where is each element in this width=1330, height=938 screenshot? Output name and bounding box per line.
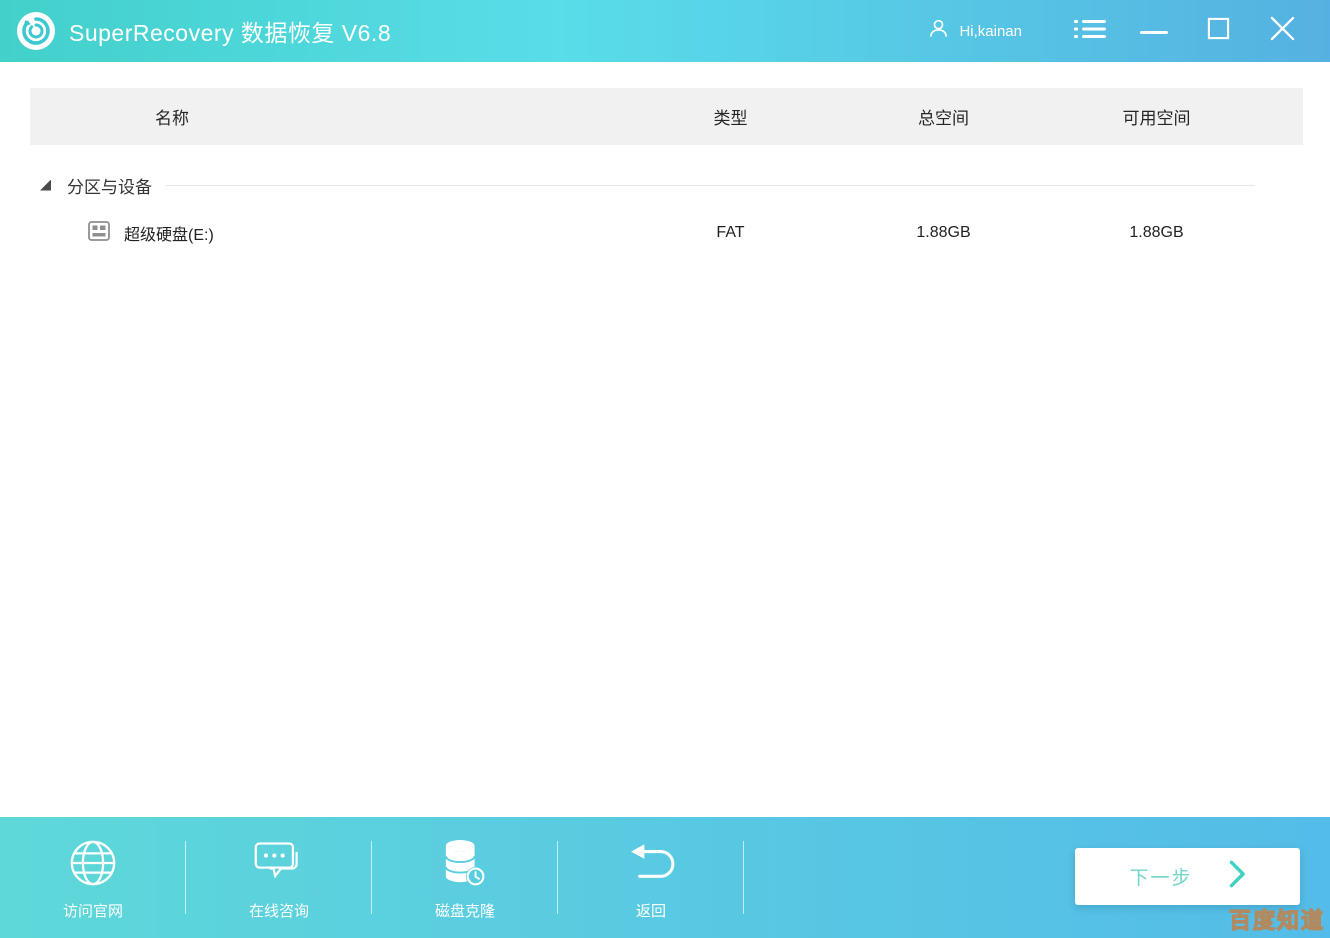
titlebar-controls: Hi,kainan bbox=[927, 9, 1314, 53]
device-total-space: 1.88GB bbox=[916, 224, 971, 241]
toolbar-item-label: 在线咨询 bbox=[248, 903, 309, 920]
chat-icon bbox=[253, 835, 305, 891]
menu-list-icon bbox=[1074, 17, 1106, 46]
tree-group-row: 分区与设备 bbox=[40, 171, 1255, 199]
disk-clone-button[interactable]: 磁盘克隆 bbox=[372, 817, 558, 938]
app-window: SuperRecovery 数据恢复 V6.8 Hi,kainan 名称 类型 … bbox=[0, 0, 1330, 938]
chevron-right-icon bbox=[1229, 860, 1246, 893]
minimize-icon bbox=[1140, 22, 1168, 40]
close-icon bbox=[1270, 16, 1295, 46]
maximize-button[interactable] bbox=[1186, 9, 1250, 53]
globe-icon bbox=[68, 835, 118, 891]
column-header-type: 类型 bbox=[713, 109, 748, 128]
column-header-total: 总空间 bbox=[918, 109, 969, 128]
user-icon bbox=[927, 17, 950, 45]
device-type: FAT bbox=[716, 224, 745, 241]
app-title: SuperRecovery 数据恢复 V6.8 bbox=[69, 20, 392, 46]
device-name: 超级硬盘(E:) bbox=[124, 227, 214, 244]
tree-divider bbox=[166, 184, 1255, 186]
user-account[interactable]: Hi,kainan bbox=[927, 17, 1022, 45]
drive-icon bbox=[88, 220, 110, 246]
tree-expand-arrow-icon[interactable] bbox=[40, 179, 51, 191]
disk-clone-icon bbox=[442, 835, 488, 891]
watermark: 百度知道 bbox=[1228, 907, 1325, 933]
next-step-button[interactable]: 下一步 bbox=[1075, 848, 1300, 905]
close-button[interactable] bbox=[1250, 9, 1314, 53]
device-list-panel: 名称 类型 总空间 可用空间 分区与设备 超级硬盘(E:) FAT 1.88GB… bbox=[0, 62, 1330, 817]
toolbar-item-label: 磁盘克隆 bbox=[434, 903, 495, 920]
device-available-space: 1.88GB bbox=[1129, 224, 1184, 241]
toolbar-item-label: 访问官网 bbox=[62, 903, 123, 920]
bottom-toolbar: 访问官网 在线咨询 磁盘克隆 返回 下一步 bbox=[0, 817, 1330, 938]
titlebar: SuperRecovery 数据恢复 V6.8 Hi,kainan bbox=[0, 0, 1330, 62]
table-header: 名称 类型 总空间 可用空间 bbox=[30, 88, 1303, 145]
tree-group-label: 分区与设备 bbox=[67, 177, 152, 197]
toolbar-item-label: 返回 bbox=[635, 903, 666, 920]
back-icon bbox=[626, 835, 676, 891]
toolbar-nav: 访问官网 在线咨询 磁盘克隆 返回 bbox=[0, 817, 744, 938]
column-header-available: 可用空间 bbox=[1122, 109, 1191, 128]
visit-website-button[interactable]: 访问官网 bbox=[0, 817, 186, 938]
app-logo-icon bbox=[16, 11, 56, 51]
column-header-name: 名称 bbox=[155, 109, 189, 128]
minimize-button[interactable] bbox=[1122, 9, 1186, 53]
next-step-label: 下一步 bbox=[1129, 868, 1193, 889]
online-consult-button[interactable]: 在线咨询 bbox=[186, 817, 372, 938]
back-button[interactable]: 返回 bbox=[558, 817, 744, 938]
menu-button[interactable] bbox=[1058, 9, 1122, 53]
maximize-icon bbox=[1207, 17, 1230, 45]
table-row[interactable]: 超级硬盘(E:) FAT 1.88GB 1.88GB bbox=[30, 215, 1303, 251]
user-greeting: Hi,kainan bbox=[959, 22, 1022, 40]
